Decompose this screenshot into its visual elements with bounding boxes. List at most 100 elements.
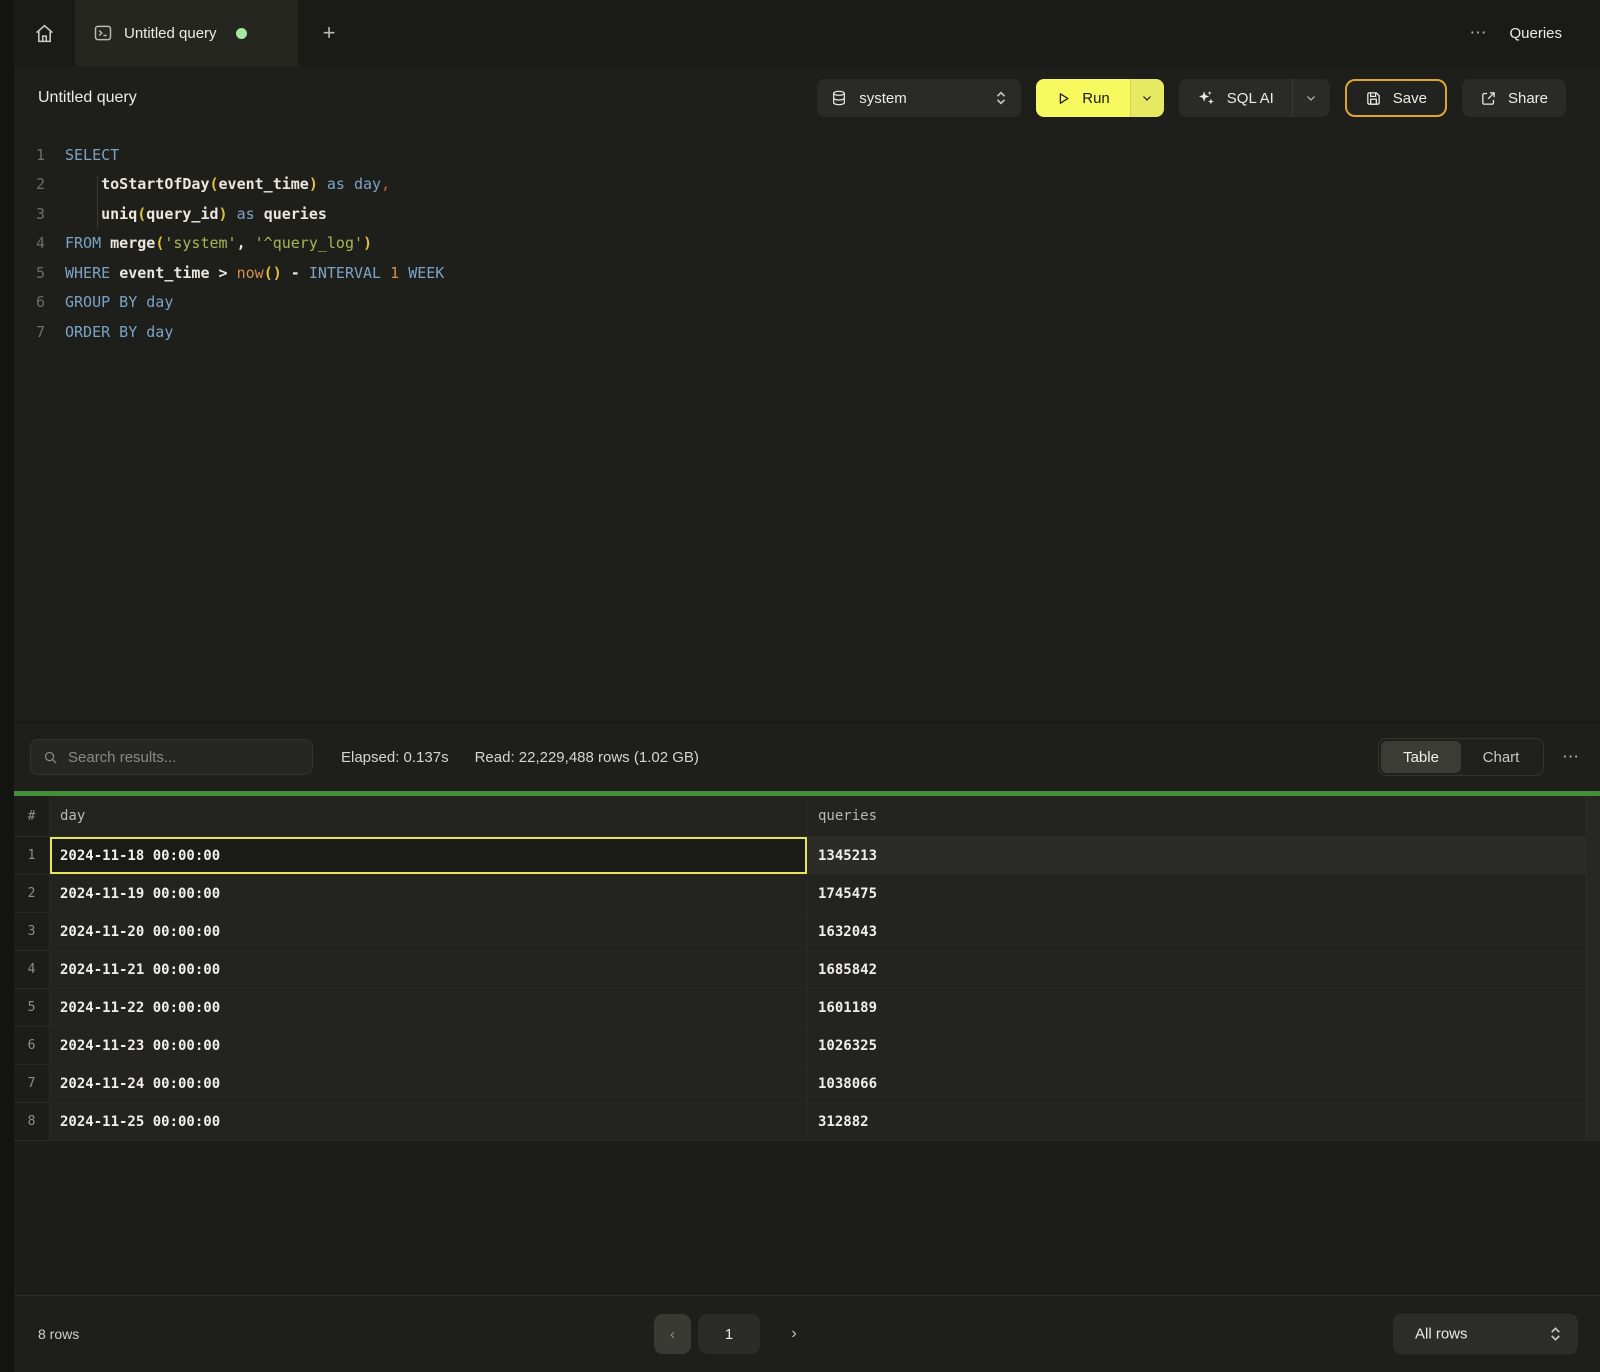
database-selector[interactable]: system xyxy=(817,79,1021,117)
cell-day[interactable]: 2024-11-23 00:00:00 xyxy=(50,1027,808,1064)
table-row[interactable]: 12024-11-18 00:00:001345213 xyxy=(14,837,1600,875)
code-line[interactable]: 1SELECT xyxy=(14,140,1600,170)
table-row[interactable]: 72024-11-24 00:00:001038066 xyxy=(14,1065,1600,1103)
share-button[interactable]: Share xyxy=(1462,79,1566,117)
results-more-icon[interactable]: ⋯ xyxy=(1562,747,1580,767)
code-token: ( xyxy=(210,175,219,193)
row-index: 2 xyxy=(14,875,50,912)
tab-chart-view[interactable]: Chart xyxy=(1461,741,1541,773)
code-line[interactable]: 7ORDER BY day xyxy=(14,317,1600,347)
table-body: 12024-11-18 00:00:00134521322024-11-19 0… xyxy=(14,837,1600,1141)
next-page-button[interactable]: › xyxy=(779,1314,809,1354)
current-page-button[interactable]: 1 xyxy=(698,1314,760,1354)
share-label: Share xyxy=(1508,90,1548,107)
code-line[interactable]: 5 WHERE event_time > now() - INTERVAL 1 W… xyxy=(14,258,1600,288)
table-header-row: # day queries xyxy=(14,796,1600,837)
table-row[interactable]: 62024-11-23 00:00:001026325 xyxy=(14,1027,1600,1065)
search-icon xyxy=(43,750,58,765)
code-line[interactable]: 4FROM merge('system', '^query_log') xyxy=(14,229,1600,259)
cell-queries[interactable]: 1038066 xyxy=(808,1065,1586,1102)
home-button[interactable] xyxy=(14,0,75,66)
sql-ai-label: SQL AI xyxy=(1227,90,1274,107)
cell-queries[interactable]: 312882 xyxy=(808,1103,1586,1140)
sql-ai-main-segment[interactable]: SQL AI xyxy=(1179,79,1292,117)
sql-editor[interactable]: 1SELECT2 toStartOfDay(event_time) as day… xyxy=(14,130,1600,722)
page-size-selector[interactable]: All rows xyxy=(1393,1314,1578,1355)
search-results-input[interactable] xyxy=(68,749,300,766)
new-tab-button[interactable]: + xyxy=(298,0,360,66)
code-token xyxy=(228,264,237,282)
code-line[interactable]: 2 toStartOfDay(event_time) as day, xyxy=(14,170,1600,200)
code-token: - xyxy=(291,264,300,282)
code-token: toStartOfDay xyxy=(101,175,209,193)
query-stats: Elapsed: 0.137s Read: 22,229,488 rows (1… xyxy=(341,749,699,766)
cell-queries[interactable]: 1345213 xyxy=(808,837,1586,874)
run-dropdown-arrow[interactable] xyxy=(1130,79,1164,117)
cell-queries[interactable]: 1026325 xyxy=(808,1027,1586,1064)
cell-day[interactable]: 2024-11-21 00:00:00 xyxy=(50,951,808,988)
code-token: > xyxy=(219,264,228,282)
prev-page-button[interactable]: ‹ xyxy=(654,1314,691,1354)
table-row[interactable]: 42024-11-21 00:00:001685842 xyxy=(14,951,1600,989)
run-main-segment[interactable]: Run xyxy=(1036,79,1130,117)
row-index: 5 xyxy=(14,989,50,1026)
table-row[interactable]: 32024-11-20 00:00:001632043 xyxy=(14,913,1600,951)
sql-ai-dropdown-arrow[interactable] xyxy=(1292,79,1330,117)
cell-day[interactable]: 2024-11-22 00:00:00 xyxy=(50,989,808,1026)
table-row[interactable]: 82024-11-25 00:00:00312882 xyxy=(14,1103,1600,1141)
cell-day[interactable]: 2024-11-24 00:00:00 xyxy=(50,1065,808,1102)
code-token xyxy=(65,175,101,193)
sql-ai-button[interactable]: SQL AI xyxy=(1179,79,1330,117)
save-button[interactable]: Save xyxy=(1345,79,1447,117)
code-token: as xyxy=(327,175,345,193)
column-header-queries[interactable]: queries xyxy=(808,796,1586,836)
tab-table-view[interactable]: Table xyxy=(1381,741,1461,773)
tabbar-right: ⋯ Queries xyxy=(1469,0,1600,66)
code-token xyxy=(228,205,237,223)
code-token: WEEK xyxy=(408,264,444,282)
cell-day[interactable]: 2024-11-20 00:00:00 xyxy=(50,913,808,950)
code-token: , xyxy=(237,234,255,252)
code-token: query_id xyxy=(146,205,218,223)
cell-queries[interactable]: 1685842 xyxy=(808,951,1586,988)
tab-untitled-query[interactable]: Untitled query xyxy=(75,0,298,66)
code-token: WHERE xyxy=(65,264,110,282)
code-text: toStartOfDay(event_time) as day, xyxy=(65,175,390,193)
table-row[interactable]: 22024-11-19 00:00:001745475 xyxy=(14,875,1600,913)
code-token: event_time xyxy=(119,264,209,282)
tabbar-spacer xyxy=(360,0,1469,66)
scrollbar-track[interactable] xyxy=(1586,796,1600,1141)
table-row[interactable]: 52024-11-22 00:00:001601189 xyxy=(14,989,1600,1027)
cell-day[interactable]: 2024-11-18 00:00:00 xyxy=(50,837,808,874)
queries-button[interactable]: Queries xyxy=(1509,25,1562,42)
code-token: FROM xyxy=(65,234,101,252)
view-toggle: Table Chart xyxy=(1378,738,1544,776)
run-button[interactable]: Run xyxy=(1036,79,1164,117)
cell-queries[interactable]: 1632043 xyxy=(808,913,1586,950)
save-label: Save xyxy=(1393,90,1427,107)
code-token: 'system' xyxy=(164,234,236,252)
page-size-updown-icon xyxy=(1549,1326,1562,1343)
cell-day[interactable]: 2024-11-19 00:00:00 xyxy=(50,875,808,912)
code-text: WHERE event_time > now() - INTERVAL 1 WE… xyxy=(65,264,444,282)
main-panel: Untitled query + ⋯ Queries Untitled quer… xyxy=(14,0,1600,1372)
cell-queries[interactable]: 1745475 xyxy=(808,875,1586,912)
row-index: 6 xyxy=(14,1027,50,1064)
code-line[interactable]: 6GROUP BY day xyxy=(14,288,1600,318)
code-line[interactable]: 3 uniq(query_id) as queries xyxy=(14,199,1600,229)
column-header-index[interactable]: # xyxy=(14,796,50,836)
page-title[interactable]: Untitled query xyxy=(38,89,137,107)
line-number: 5 xyxy=(18,264,45,282)
code-token: INTERVAL xyxy=(309,264,381,282)
code-token xyxy=(137,323,146,341)
cell-queries[interactable]: 1601189 xyxy=(808,989,1586,1026)
column-header-day[interactable]: day xyxy=(50,796,808,836)
code-token: ) xyxy=(309,175,318,193)
code-token xyxy=(101,234,110,252)
save-icon xyxy=(1365,90,1382,107)
row-index: 4 xyxy=(14,951,50,988)
search-results-box[interactable] xyxy=(30,739,313,775)
cell-day[interactable]: 2024-11-25 00:00:00 xyxy=(50,1103,808,1140)
more-menu-icon[interactable]: ⋯ xyxy=(1469,23,1487,43)
code-text: uniq(query_id) as queries xyxy=(65,205,327,223)
